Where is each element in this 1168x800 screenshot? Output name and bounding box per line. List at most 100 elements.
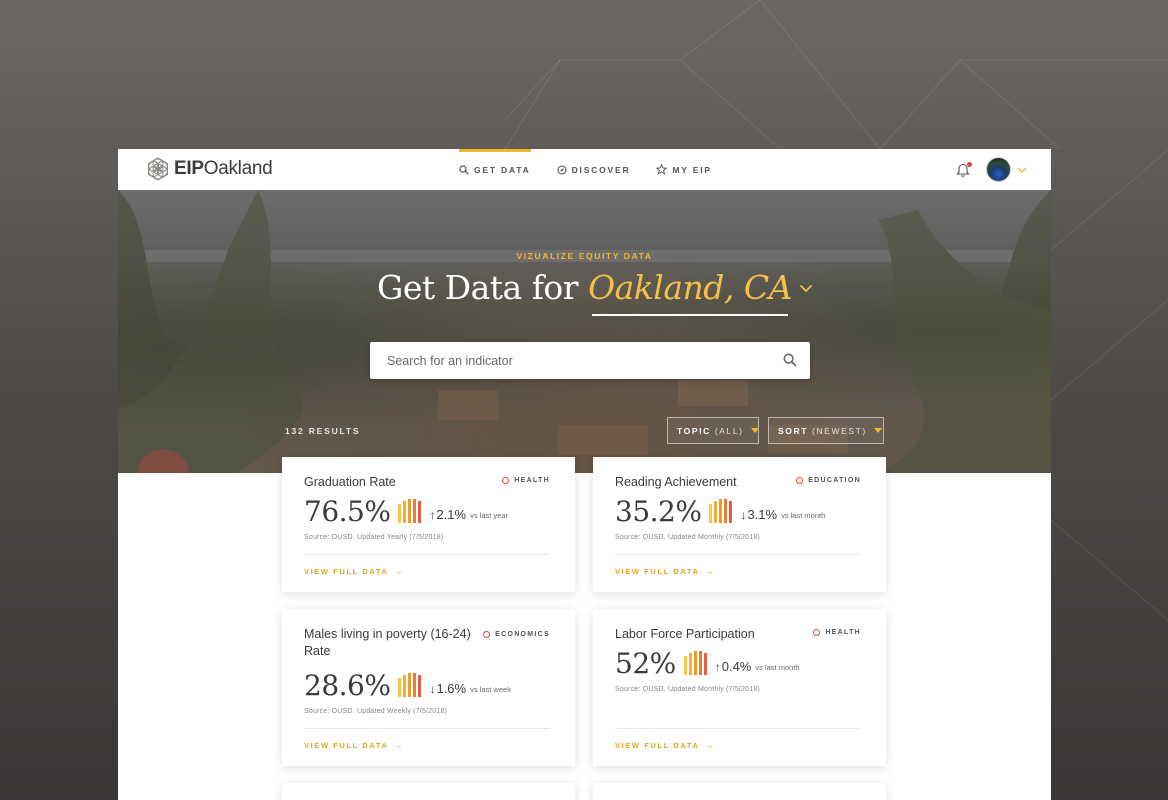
city-selector[interactable]: Oakland, CA bbox=[588, 268, 792, 307]
cta-label: VIEW FULL DATA bbox=[615, 740, 700, 750]
hero-banner: VIZUALIZE EQUITY DATA Get Data for Oakla… bbox=[118, 190, 1051, 473]
sparkline-bar bbox=[709, 504, 713, 523]
indicator-search bbox=[370, 342, 810, 379]
source-text: Source: OUSD. Updated Monthly (7/5/2018) bbox=[615, 534, 760, 541]
topic-badge: ECONOMICS bbox=[483, 631, 550, 638]
sparkline-bar bbox=[403, 501, 407, 523]
indicator-card[interactable]: Males living in poverty (16-24) Rate ECO… bbox=[282, 609, 575, 766]
card-title: Males living in poverty (16-24) Rate bbox=[304, 627, 471, 658]
arrow-down-icon: ↓ bbox=[429, 682, 436, 696]
cta-label: VIEW FULL DATA bbox=[304, 740, 389, 750]
sort-dropdown[interactable]: SORT (NEWEST) bbox=[768, 417, 884, 444]
compass-icon bbox=[557, 164, 567, 175]
topic-badge: HEALTH bbox=[502, 477, 550, 484]
view-full-data-link[interactable]: VIEW FULL DATA → bbox=[615, 740, 715, 750]
topic-filter-label: TOPIC bbox=[677, 425, 711, 436]
view-full-data-link[interactable]: VIEW FULL DATA → bbox=[615, 566, 715, 576]
nav-discover-label: DISCOVER bbox=[571, 164, 631, 175]
arrow-right-icon: → bbox=[704, 740, 716, 750]
top-nav: EIPOakland GET DATA DISCOVER MY EIP bbox=[118, 149, 1051, 190]
sort-label: SORT bbox=[778, 425, 809, 436]
arrow-right-icon: → bbox=[393, 566, 405, 576]
metric-value: 28.6% bbox=[304, 669, 391, 702]
brand-name: EIPOakland bbox=[174, 158, 273, 179]
change-comparison: vs last year bbox=[470, 511, 509, 520]
metric-row: 28.6% ↓ 1.6% vs last week bbox=[304, 671, 511, 701]
chevron-down-icon[interactable] bbox=[1017, 167, 1027, 173]
sparkline-bar bbox=[724, 499, 728, 523]
change-comparison: vs last week bbox=[470, 685, 511, 694]
view-full-data-link[interactable]: VIEW FULL DATA → bbox=[304, 566, 404, 576]
sparkline-bars bbox=[709, 499, 734, 523]
indicator-card[interactable] bbox=[282, 783, 575, 800]
sort-value: (NEWEST) bbox=[812, 425, 867, 436]
star-icon bbox=[656, 164, 668, 175]
sparkline-bar bbox=[693, 651, 697, 675]
search-icon bbox=[459, 164, 469, 175]
topic-dot-icon bbox=[813, 629, 821, 636]
arrow-right-icon: → bbox=[704, 566, 716, 576]
city-chevron-down-icon[interactable] bbox=[799, 284, 813, 293]
nav-links: GET DATA DISCOVER MY EIP bbox=[459, 149, 738, 190]
change-indicator: ↓ 1.6% vs last week bbox=[429, 682, 511, 697]
sparkline-bar bbox=[714, 501, 718, 523]
nav-get-data-label: GET DATA bbox=[474, 164, 531, 175]
brand-logo[interactable]: EIPOakland bbox=[146, 157, 273, 181]
hero-eyebrow: VIZUALIZE EQUITY DATA bbox=[516, 251, 653, 261]
card-title: Reading Achievement bbox=[615, 475, 737, 489]
notification-dot bbox=[967, 161, 972, 167]
indicator-card[interactable]: Graduation Rate HEALTH 76.5% ↑ 2.1% vs las… bbox=[282, 457, 575, 592]
search-input[interactable] bbox=[370, 342, 760, 379]
sparkline-bar bbox=[408, 673, 412, 697]
sparkline-bar bbox=[688, 653, 692, 675]
cta-label: VIEW FULL DATA bbox=[304, 566, 389, 576]
indicator-card[interactable]: Labor Force Participation HEALTH 52% ↑ 0.… bbox=[593, 609, 886, 766]
topic-badge: EDUCATION bbox=[796, 477, 861, 484]
eip-logo-icon bbox=[148, 157, 168, 181]
sparkline-bar bbox=[408, 499, 412, 523]
change-indicator: ↓ 3.1% vs last month bbox=[740, 507, 826, 523]
divider bbox=[304, 728, 550, 729]
sparkline-bar bbox=[398, 678, 402, 697]
topic-badge-label: EDUCATION bbox=[808, 477, 861, 484]
search-icon[interactable] bbox=[783, 353, 797, 367]
view-full-data-link[interactable]: VIEW FULL DATA → bbox=[304, 740, 404, 750]
topic-filter-dropdown[interactable]: TOPIC (ALL) bbox=[667, 417, 759, 444]
nav-get-data[interactable]: GET DATA bbox=[459, 149, 531, 190]
change-comparison: vs last month bbox=[755, 663, 800, 672]
indicator-card[interactable] bbox=[593, 783, 886, 800]
indicator-card[interactable]: Reading Achievement EDUCATION 35.2% ↓ 3.1… bbox=[593, 457, 886, 592]
divider bbox=[615, 728, 861, 729]
notifications-button[interactable] bbox=[956, 161, 972, 178]
change-comparison: vs last month bbox=[781, 511, 826, 520]
change-percent: 3.1% bbox=[747, 507, 778, 522]
metric-row: 76.5% ↑ 2.1% vs last year bbox=[304, 497, 508, 527]
arrow-right-icon: → bbox=[393, 740, 405, 750]
sparkline-bar bbox=[413, 673, 417, 697]
metric-value: 52% bbox=[615, 647, 676, 680]
metric-value: 35.2% bbox=[615, 495, 702, 528]
nav-my-eip[interactable]: MY EIP bbox=[656, 149, 711, 190]
user-controls bbox=[956, 157, 1027, 182]
sparkline-bars bbox=[398, 673, 423, 697]
results-count: 132 RESULTS bbox=[285, 426, 361, 436]
metric-value: 76.5% bbox=[304, 495, 391, 528]
source-text: Source: OUSD. Updated Monthly (7/5/2018) bbox=[615, 686, 760, 693]
city-underline bbox=[592, 314, 788, 316]
hero-title: Get Data for Oakland, CA bbox=[118, 268, 1051, 307]
sparkline-bar bbox=[418, 675, 422, 697]
topic-badge: HEALTH bbox=[813, 629, 861, 636]
change-percent: 2.1% bbox=[436, 507, 467, 522]
card-title: Graduation Rate bbox=[304, 475, 396, 489]
metric-row: 35.2% ↓ 3.1% vs last month bbox=[615, 497, 825, 527]
sparkline-bar bbox=[403, 675, 407, 697]
card-title: Labor Force Participation bbox=[615, 627, 755, 641]
topic-dot-icon bbox=[796, 477, 804, 484]
caret-down-icon bbox=[873, 428, 882, 433]
nav-discover[interactable]: DISCOVER bbox=[557, 149, 631, 190]
arrow-down-icon: ↓ bbox=[740, 508, 747, 522]
caret-down-icon bbox=[750, 428, 759, 433]
arrow-up-icon: ↑ bbox=[429, 508, 436, 522]
topic-badge-label: ECONOMICS bbox=[495, 631, 550, 638]
user-avatar[interactable] bbox=[986, 157, 1011, 182]
